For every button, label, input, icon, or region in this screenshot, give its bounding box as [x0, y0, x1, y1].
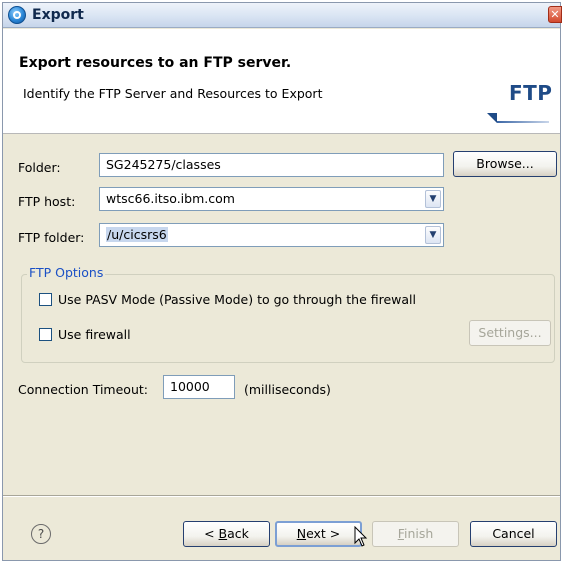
- timeout-unit: (milliseconds): [244, 382, 331, 397]
- footer-separator-highlight: [3, 496, 560, 497]
- next-label-rest: ext >: [306, 526, 341, 541]
- ftp-options-group: [21, 274, 555, 363]
- back-mnemonic: B: [218, 526, 228, 541]
- close-button[interactable]: ✕: [548, 6, 562, 23]
- ftp-folder-value: /u/cicsrs6: [106, 227, 168, 242]
- page-title: Export resources to an FTP server.: [19, 55, 292, 71]
- next-button[interactable]: Next >: [275, 521, 362, 547]
- timeout-label: Connection Timeout:: [18, 382, 148, 397]
- export-dialog: Export ✕ Export resources to an FTP serv…: [2, 2, 562, 561]
- ftp-logo-triangle: [487, 113, 497, 123]
- folder-label: Folder:: [18, 160, 61, 175]
- ftp-options-legend: FTP Options: [27, 265, 106, 280]
- chevron-down-icon[interactable]: ▼: [425, 190, 441, 208]
- wizard-header: Export resources to an FTP server. Ident…: [3, 29, 560, 134]
- timeout-input[interactable]: 10000: [163, 375, 235, 399]
- close-icon: ✕: [550, 8, 560, 21]
- back-button[interactable]: < Back: [183, 521, 270, 547]
- firewall-checkbox[interactable]: [39, 328, 52, 341]
- help-icon[interactable]: ?: [31, 524, 51, 544]
- ftp-host-combo[interactable]: wtsc66.itso.ibm.com ▼: [99, 187, 444, 211]
- folder-input[interactable]: SG245275/classes: [99, 153, 444, 177]
- next-mnemonic: N: [296, 526, 307, 541]
- back-label-rest: ack: [227, 526, 249, 541]
- ftp-host-label: FTP host:: [18, 194, 76, 209]
- pasv-checkbox[interactable]: [39, 293, 52, 306]
- pasv-label[interactable]: Use PASV Mode (Passive Mode) to go throu…: [58, 292, 416, 307]
- eclipse-icon: [8, 6, 26, 24]
- ftp-host-value: wtsc66.itso.ibm.com: [106, 191, 235, 206]
- settings-button[interactable]: Settings...: [469, 320, 551, 346]
- ftp-folder-label: FTP folder:: [18, 230, 85, 245]
- window-title: Export: [32, 7, 84, 23]
- firewall-label[interactable]: Use firewall: [58, 327, 131, 342]
- mouse-cursor-icon: [354, 526, 368, 547]
- finish-button[interactable]: Finish: [372, 521, 459, 547]
- browse-button[interactable]: Browse...: [453, 151, 557, 177]
- ftp-logo-icon: FTP: [509, 81, 553, 105]
- title-bar[interactable]: Export ✕: [3, 3, 562, 28]
- finish-label-rest: inish: [403, 526, 434, 541]
- ftp-folder-combo[interactable]: /u/cicsrs6 ▼: [99, 223, 444, 247]
- cancel-button[interactable]: Cancel: [470, 521, 557, 547]
- ftp-logo-underline: [497, 121, 549, 123]
- chevron-down-icon[interactable]: ▼: [425, 226, 441, 244]
- page-description: Identify the FTP Server and Resources to…: [23, 86, 323, 101]
